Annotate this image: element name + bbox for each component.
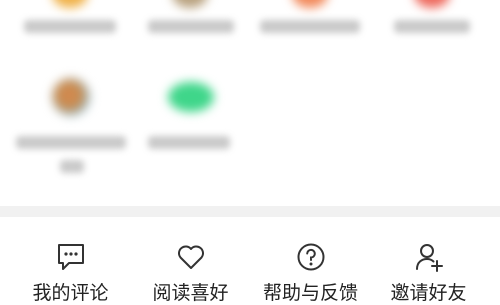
app-name-blurred [24, 20, 116, 33]
app-name-blurred [60, 160, 84, 173]
blurred-app-icon [292, 0, 328, 8]
app-tile[interactable] [10, 72, 130, 173]
my-comments-label: 我的评论 [32, 282, 109, 304]
app-name-blurred [394, 20, 470, 33]
app-tile[interactable] [250, 0, 370, 80]
bottom-action-bar: 我的评论 阅读喜好 帮助与反馈 邀请好友 [0, 217, 500, 304]
section-separator [0, 206, 500, 217]
app-name-blurred [16, 136, 126, 149]
blurred-app-icon [414, 0, 450, 8]
app-tile[interactable] [10, 0, 130, 80]
app-tile[interactable] [372, 0, 492, 80]
blurred-app-icon [172, 0, 208, 8]
reading-preferences-button[interactable]: 阅读喜好 [128, 217, 253, 304]
invite-friends-label: 邀请好友 [390, 282, 467, 304]
app-name-blurred [148, 20, 234, 33]
invite-friends-button[interactable]: 邀请好友 [366, 217, 491, 304]
heart-icon [177, 245, 204, 269]
app-name-blurred [148, 136, 230, 149]
blurred-app-icon [52, 0, 88, 8]
help-icon [297, 243, 324, 271]
help-feedback-label: 帮助与反馈 [262, 282, 358, 304]
reading-preferences-label: 阅读喜好 [152, 282, 229, 304]
my-comments-button[interactable]: 我的评论 [8, 217, 133, 304]
blurred-app-icon [168, 82, 214, 112]
app-name-blurred [260, 20, 360, 33]
app-tile[interactable] [130, 0, 250, 80]
add-user-icon [415, 244, 443, 272]
app-tile[interactable] [130, 72, 250, 172]
blurred-app-icon [52, 78, 90, 116]
help-feedback-button[interactable]: 帮助与反馈 [248, 217, 373, 304]
comment-icon [57, 244, 84, 270]
app-grid [0, 0, 500, 206]
